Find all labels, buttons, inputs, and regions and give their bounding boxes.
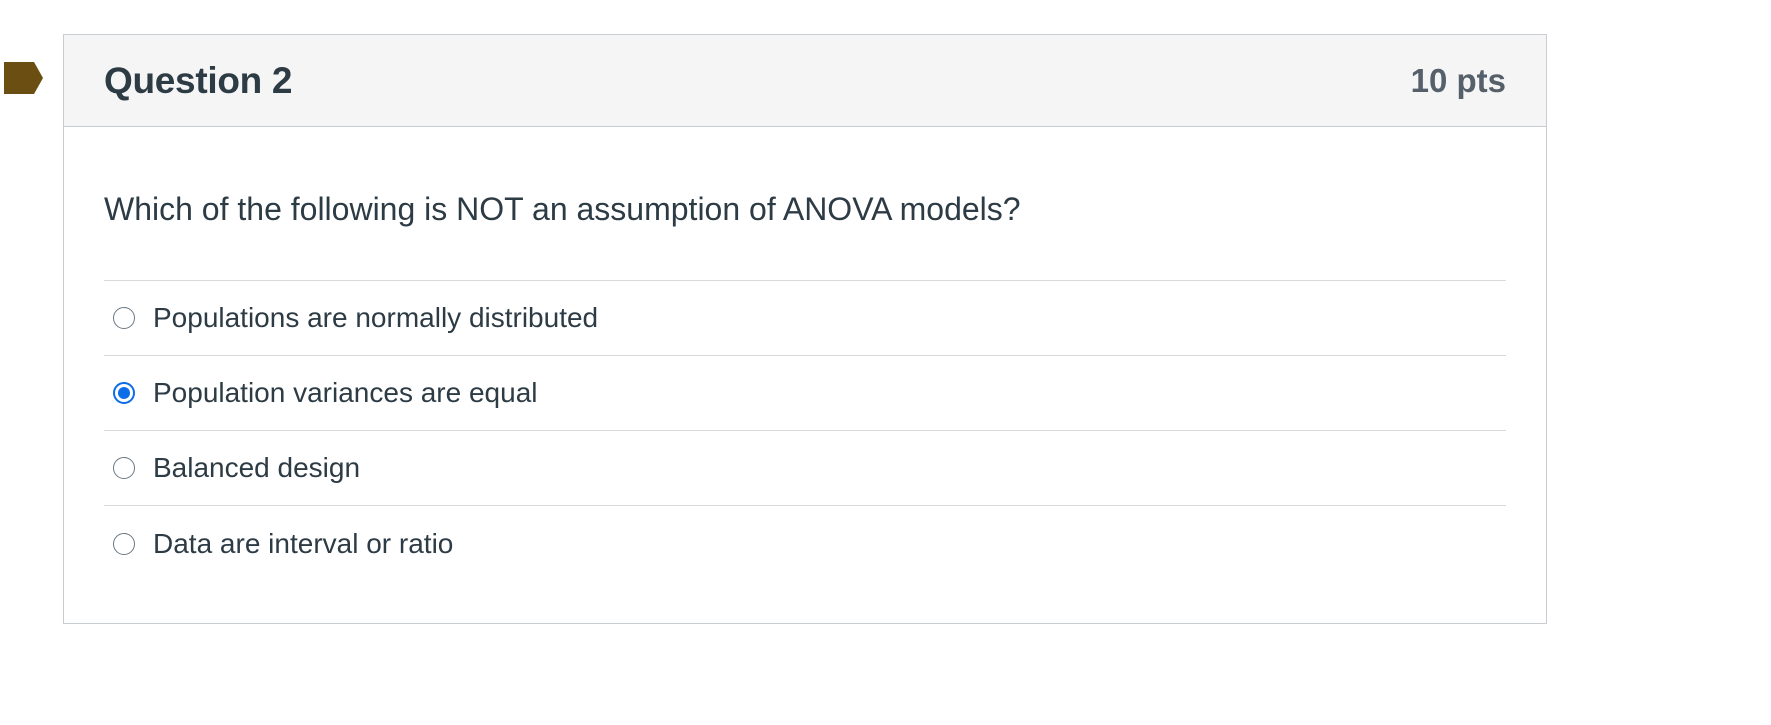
answer-label[interactable]: Populations are normally distributed <box>153 302 598 334</box>
answer-option[interactable]: Balanced design <box>104 431 1506 506</box>
radio-button[interactable] <box>113 457 135 479</box>
question-body: Which of the following is NOT an assumpt… <box>64 189 1546 581</box>
answer-label[interactable]: Balanced design <box>153 452 360 484</box>
question-title: Question 2 <box>104 59 293 101</box>
question-header: Question 2 10 pts <box>64 35 1546 127</box>
radio-button[interactable] <box>113 307 135 329</box>
answer-label[interactable]: Data are interval or ratio <box>153 528 453 560</box>
question-points: 10 pts <box>1410 61 1506 99</box>
answer-option[interactable]: Populations are normally distributed <box>104 281 1506 356</box>
question-card: Question 2 10 pts Which of the following… <box>63 34 1547 624</box>
answer-option[interactable]: Data are interval or ratio <box>104 506 1506 581</box>
answer-option[interactable]: Population variances are equal <box>104 356 1506 431</box>
answer-label[interactable]: Population variances are equal <box>153 377 537 409</box>
radio-button[interactable] <box>113 382 135 404</box>
question-text: Which of the following is NOT an assumpt… <box>104 191 1021 227</box>
radio-button[interactable] <box>113 532 135 555</box>
answer-list: Populations are normally distributed Pop… <box>104 280 1506 581</box>
flag-icon[interactable] <box>4 62 44 94</box>
